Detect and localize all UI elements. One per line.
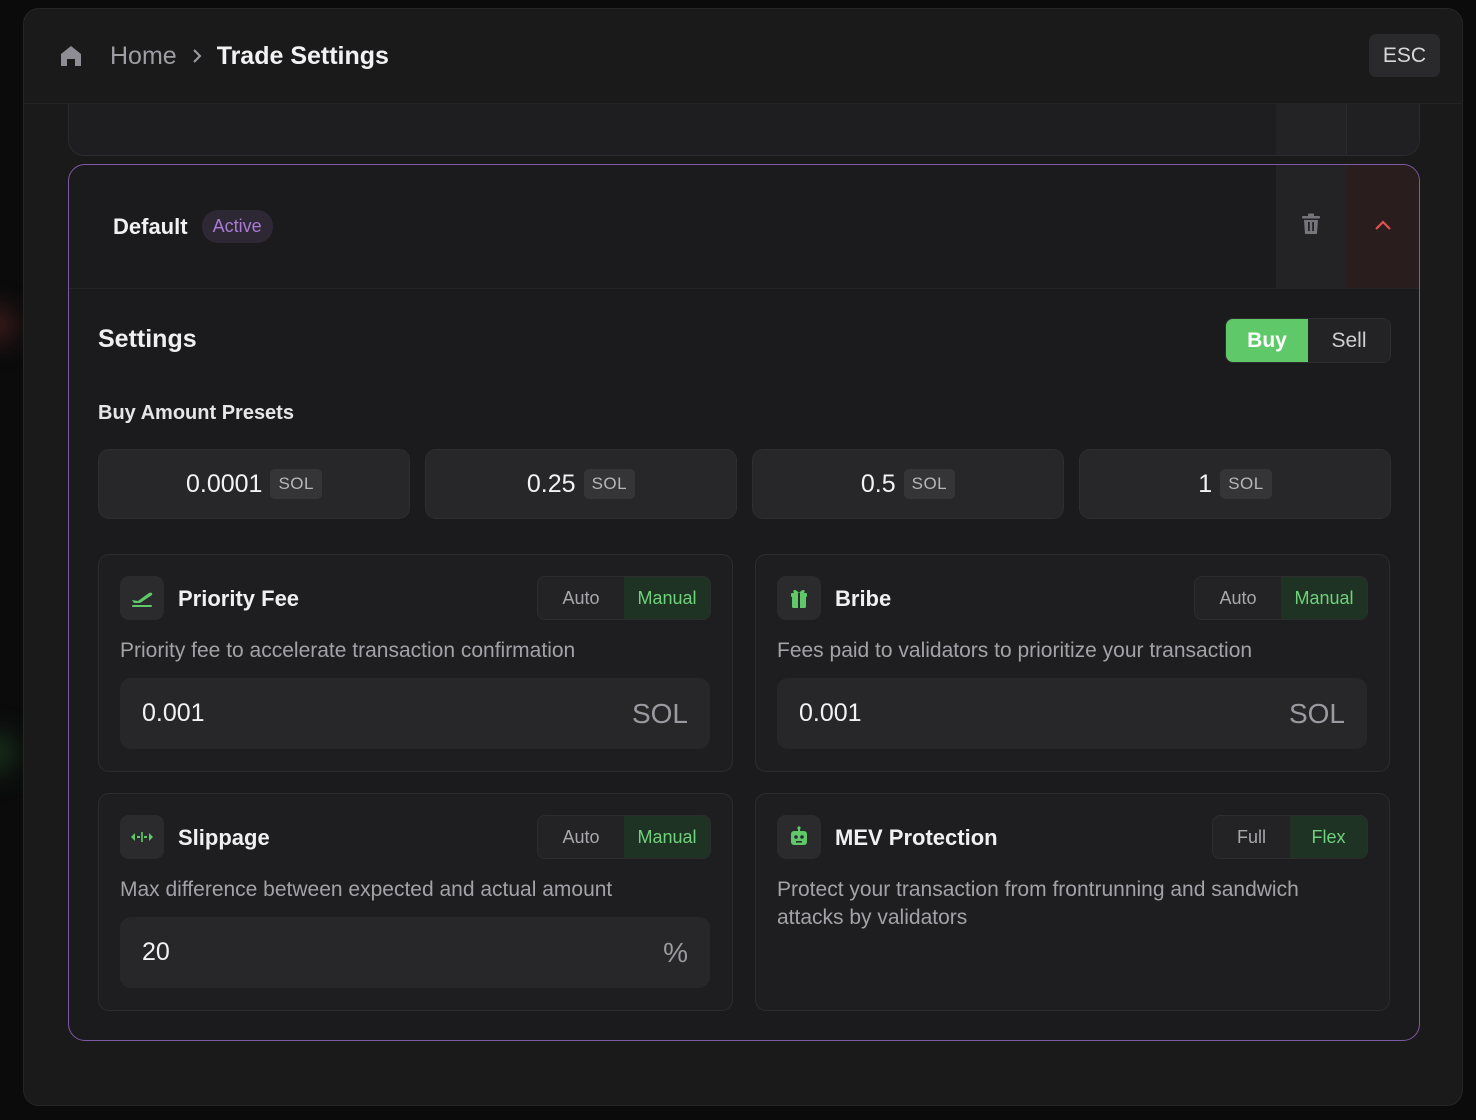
previous-preset-card: [68, 104, 1420, 156]
previous-preset-delete-area[interactable]: [1276, 104, 1346, 155]
priority-fee-description: Priority fee to accelerate transaction c…: [120, 639, 576, 662]
background-glow: [0, 735, 10, 771]
settings-title: Settings: [98, 325, 197, 353]
amount-preset-button[interactable]: 0.5 SOL: [752, 449, 1064, 519]
priority-fee-value: 0.001: [142, 699, 205, 727]
slippage-description: Max difference between expected and actu…: [120, 878, 613, 901]
slippage-value: 20: [142, 938, 170, 966]
modal-header: Home Trade Settings ESC: [24, 9, 1462, 104]
preset-amount: 0.25: [526, 469, 576, 498]
gift-icon: [777, 576, 821, 620]
bribe-mode-toggle: Auto Manual: [1194, 576, 1368, 620]
auto-option[interactable]: Auto: [538, 816, 624, 858]
priority-fee-input[interactable]: 0.001 SOL: [120, 678, 710, 749]
unit-chip: SOL: [270, 469, 322, 499]
bribe-description: Fees paid to validators to prioritize yo…: [777, 639, 1253, 662]
trade-settings-modal: Home Trade Settings ESC Default Active S…: [23, 8, 1463, 1106]
amount-preset-button[interactable]: 1 SOL: [1079, 449, 1391, 519]
priority-fee-mode-toggle: Auto Manual: [537, 576, 711, 620]
amount-presets-row: 0.0001 SOL 0.25 SOL 0.5 SOL 1 SOL: [98, 449, 1391, 519]
delete-preset-button[interactable]: [1276, 165, 1346, 288]
priority-fee-title: Priority Fee: [178, 586, 300, 611]
bribe-title: Bribe: [835, 586, 892, 611]
preset-amount: 0.5: [860, 469, 896, 498]
unit-chip: SOL: [1220, 469, 1272, 499]
priority-fee-panel: Priority Fee Auto Manual Priority fee to…: [98, 554, 733, 772]
buy-tab[interactable]: Buy: [1226, 319, 1308, 362]
preset-amount: 0.0001: [186, 469, 263, 498]
previous-preset-expand-area[interactable]: [1346, 104, 1419, 155]
chevron-up-icon: [1374, 218, 1392, 236]
home-icon[interactable]: [59, 44, 83, 68]
mev-protection-panel: MEV Protection Full Flex Protect your tr…: [755, 793, 1390, 1011]
bribe-value: 0.001: [799, 699, 862, 727]
unit-chip: SOL: [903, 469, 956, 499]
trash-icon: [1301, 213, 1321, 240]
buy-amount-presets-label: Buy Amount Presets: [98, 402, 294, 424]
bribe-input[interactable]: 0.001 SOL: [777, 678, 1367, 749]
slippage-panel: Slippage Auto Manual Max difference betw…: [98, 793, 733, 1011]
buy-sell-toggle: Buy Sell: [1225, 318, 1391, 363]
slippage-input[interactable]: 20 %: [120, 917, 710, 988]
auto-option[interactable]: Auto: [1195, 577, 1281, 619]
preset-amount: 1: [1198, 469, 1213, 498]
breadcrumb-home[interactable]: Home: [110, 42, 177, 71]
robot-icon: [777, 815, 821, 859]
amount-preset-button[interactable]: 0.0001 SOL: [98, 449, 410, 519]
bribe-unit: SOL: [1288, 697, 1345, 729]
slippage-unit: %: [663, 936, 688, 968]
unit-chip: SOL: [583, 469, 636, 499]
slippage-mode-toggle: Auto Manual: [537, 815, 711, 859]
status-badge: Active: [201, 210, 273, 243]
manual-option[interactable]: Manual: [624, 816, 710, 858]
manual-option[interactable]: Manual: [624, 577, 710, 619]
chevron-right-icon: [177, 48, 217, 64]
preset-name: Default: [113, 213, 188, 239]
plane-takeoff-icon: [120, 576, 164, 620]
background-glow: [0, 310, 10, 340]
esc-close-button[interactable]: ESC: [1369, 34, 1440, 77]
full-option[interactable]: Full: [1213, 816, 1290, 858]
breadcrumb-current: Trade Settings: [216, 41, 389, 70]
flex-option[interactable]: Flex: [1290, 816, 1367, 858]
sell-tab[interactable]: Sell: [1308, 319, 1390, 362]
collapse-preset-button[interactable]: [1346, 165, 1419, 288]
mev-protection-mode-toggle: Full Flex: [1212, 815, 1368, 859]
arrows-horizontal-icon: [120, 815, 164, 859]
preset-card-header[interactable]: Default Active: [69, 165, 1419, 289]
mev-protection-description: Protect your transaction from frontrunni…: [777, 878, 1299, 929]
manual-option[interactable]: Manual: [1281, 577, 1367, 619]
preset-card-default: Default Active Settings Buy Sell Buy Amo…: [68, 164, 1420, 1041]
slippage-title: Slippage: [178, 825, 270, 850]
bribe-panel: Bribe Auto Manual Fees paid to validator…: [755, 554, 1390, 772]
priority-fee-unit: SOL: [631, 697, 688, 729]
amount-preset-button[interactable]: 0.25 SOL: [425, 449, 737, 519]
auto-option[interactable]: Auto: [538, 577, 624, 619]
mev-protection-title: MEV Protection: [835, 825, 998, 850]
